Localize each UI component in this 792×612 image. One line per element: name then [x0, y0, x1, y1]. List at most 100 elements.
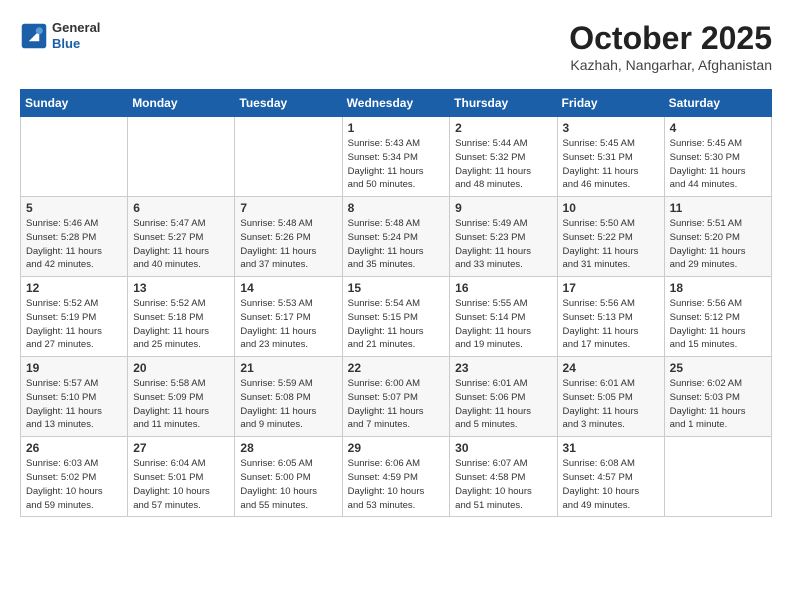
day-info: Sunrise: 5:55 AM Sunset: 5:14 PM Dayligh… — [455, 297, 551, 352]
day-info: Sunrise: 5:54 AM Sunset: 5:15 PM Dayligh… — [348, 297, 445, 352]
day-number: 30 — [455, 441, 551, 455]
day-info: Sunrise: 5:49 AM Sunset: 5:23 PM Dayligh… — [455, 217, 551, 272]
day-number: 26 — [26, 441, 122, 455]
calendar-cell: 24 Sunrise: 6:01 AM Sunset: 5:05 PM Dayli… — [557, 357, 664, 437]
weekday-header-tuesday: Tuesday — [235, 90, 342, 117]
calendar-cell — [128, 117, 235, 197]
calendar-cell: 11 Sunrise: 5:51 AM Sunset: 5:20 PM Dayli… — [664, 197, 771, 277]
day-number: 8 — [348, 201, 445, 215]
calendar-cell: 5 Sunrise: 5:46 AM Sunset: 5:28 PM Daylig… — [21, 197, 128, 277]
calendar-cell: 19 Sunrise: 5:57 AM Sunset: 5:10 PM Dayli… — [21, 357, 128, 437]
day-info: Sunrise: 5:51 AM Sunset: 5:20 PM Dayligh… — [670, 217, 766, 272]
day-info: Sunrise: 5:53 AM Sunset: 5:17 PM Dayligh… — [240, 297, 336, 352]
calendar-cell: 25Sunrise: 6:02 AM Sunset: 5:03 PM Dayli… — [664, 357, 771, 437]
day-number: 5 — [26, 201, 122, 215]
day-number: 28 — [240, 441, 336, 455]
calendar-cell: 27Sunrise: 6:04 AM Sunset: 5:01 PM Dayli… — [128, 437, 235, 517]
weekday-header-thursday: Thursday — [450, 90, 557, 117]
logo-blue: Blue — [52, 36, 100, 52]
day-info: Sunrise: 6:08 AM Sunset: 4:57 PM Dayligh… — [563, 457, 659, 512]
day-info: Sunrise: 5:58 AM Sunset: 5:09 PM Dayligh… — [133, 377, 229, 432]
logo-general: General — [52, 20, 100, 36]
calendar-cell: 1Sunrise: 5:43 AM Sunset: 5:34 PM Daylig… — [342, 117, 450, 197]
day-info: Sunrise: 5:48 AM Sunset: 5:26 PM Dayligh… — [240, 217, 336, 272]
day-number: 27 — [133, 441, 229, 455]
calendar-cell: 30 Sunrise: 6:07 AM Sunset: 4:58 PM Dayli… — [450, 437, 557, 517]
calendar-cell — [664, 437, 771, 517]
day-number: 11 — [670, 201, 766, 215]
calendar-cell: 28 Sunrise: 6:05 AM Sunset: 5:00 PM Dayli… — [235, 437, 342, 517]
day-number: 17 — [563, 281, 659, 295]
day-number: 24 — [563, 361, 659, 375]
day-info: Sunrise: 5:48 AM Sunset: 5:24 PM Dayligh… — [348, 217, 445, 272]
day-number: 2 — [455, 121, 551, 135]
day-number: 22 — [348, 361, 445, 375]
calendar-cell: 18Sunrise: 5:56 AM Sunset: 5:12 PM Dayli… — [664, 277, 771, 357]
month-title: October 2025 — [569, 20, 772, 57]
day-info: Sunrise: 5:57 AM Sunset: 5:10 PM Dayligh… — [26, 377, 122, 432]
calendar-cell: 12 Sunrise: 5:52 AM Sunset: 5:19 PM Dayli… — [21, 277, 128, 357]
day-number: 29 — [348, 441, 445, 455]
weekday-header-sunday: Sunday — [21, 90, 128, 117]
calendar-cell: 2Sunrise: 5:44 AM Sunset: 5:32 PM Daylig… — [450, 117, 557, 197]
day-info: Sunrise: 5:52 AM Sunset: 5:19 PM Dayligh… — [26, 297, 122, 352]
location: Kazhah, Nangarhar, Afghanistan — [569, 57, 772, 73]
day-number: 14 — [240, 281, 336, 295]
calendar-cell: 29 Sunrise: 6:06 AM Sunset: 4:59 PM Dayli… — [342, 437, 450, 517]
weekday-header-row: SundayMondayTuesdayWednesdayThursdayFrid… — [21, 90, 772, 117]
page-header: General Blue October 2025 Kazhah, Nangar… — [20, 20, 772, 73]
calendar-cell: 13 Sunrise: 5:52 AM Sunset: 5:18 PM Dayli… — [128, 277, 235, 357]
day-number: 10 — [563, 201, 659, 215]
day-info: Sunrise: 5:56 AM Sunset: 5:13 PM Dayligh… — [563, 297, 659, 352]
calendar-week-row: 19 Sunrise: 5:57 AM Sunset: 5:10 PM Dayli… — [21, 357, 772, 437]
calendar-cell — [21, 117, 128, 197]
day-info: Sunrise: 6:07 AM Sunset: 4:58 PM Dayligh… — [455, 457, 551, 512]
calendar-cell: 16 Sunrise: 5:55 AM Sunset: 5:14 PM Dayli… — [450, 277, 557, 357]
calendar-cell — [235, 117, 342, 197]
day-number: 3 — [563, 121, 659, 135]
day-number: 7 — [240, 201, 336, 215]
calendar-cell: 26 Sunrise: 6:03 AM Sunset: 5:02 PM Dayli… — [21, 437, 128, 517]
day-number: 15 — [348, 281, 445, 295]
calendar-cell: 22Sunrise: 6:00 AM Sunset: 5:07 PM Dayli… — [342, 357, 450, 437]
logo: General Blue — [20, 20, 100, 51]
day-number: 21 — [240, 361, 336, 375]
calendar-cell: 3 Sunrise: 5:45 AM Sunset: 5:31 PM Daylig… — [557, 117, 664, 197]
logo-icon — [20, 22, 48, 50]
day-number: 13 — [133, 281, 229, 295]
title-block: October 2025 Kazhah, Nangarhar, Afghanis… — [569, 20, 772, 73]
day-info: Sunrise: 5:45 AM Sunset: 5:31 PM Dayligh… — [563, 137, 659, 192]
weekday-header-friday: Friday — [557, 90, 664, 117]
day-number: 16 — [455, 281, 551, 295]
calendar-cell: 4Sunrise: 5:45 AM Sunset: 5:30 PM Daylig… — [664, 117, 771, 197]
day-number: 1 — [348, 121, 445, 135]
calendar-cell: 9 Sunrise: 5:49 AM Sunset: 5:23 PM Daylig… — [450, 197, 557, 277]
calendar-cell: 15 Sunrise: 5:54 AM Sunset: 5:15 PM Dayli… — [342, 277, 450, 357]
day-number: 9 — [455, 201, 551, 215]
day-number: 12 — [26, 281, 122, 295]
day-number: 6 — [133, 201, 229, 215]
calendar-table: SundayMondayTuesdayWednesdayThursdayFrid… — [20, 89, 772, 517]
day-number: 25 — [670, 361, 766, 375]
day-info: Sunrise: 5:50 AM Sunset: 5:22 PM Dayligh… — [563, 217, 659, 272]
calendar-cell: 31 Sunrise: 6:08 AM Sunset: 4:57 PM Dayli… — [557, 437, 664, 517]
logo-text: General Blue — [52, 20, 100, 51]
day-info: Sunrise: 6:03 AM Sunset: 5:02 PM Dayligh… — [26, 457, 122, 512]
calendar-cell: 20 Sunrise: 5:58 AM Sunset: 5:09 PM Dayli… — [128, 357, 235, 437]
day-info: Sunrise: 5:52 AM Sunset: 5:18 PM Dayligh… — [133, 297, 229, 352]
calendar-cell: 7 Sunrise: 5:48 AM Sunset: 5:26 PM Daylig… — [235, 197, 342, 277]
day-info: Sunrise: 6:05 AM Sunset: 5:00 PM Dayligh… — [240, 457, 336, 512]
calendar-week-row: 12 Sunrise: 5:52 AM Sunset: 5:19 PM Dayli… — [21, 277, 772, 357]
day-number: 31 — [563, 441, 659, 455]
day-info: Sunrise: 5:46 AM Sunset: 5:28 PM Dayligh… — [26, 217, 122, 272]
calendar-cell: 14 Sunrise: 5:53 AM Sunset: 5:17 PM Dayli… — [235, 277, 342, 357]
calendar-cell: 6Sunrise: 5:47 AM Sunset: 5:27 PM Daylig… — [128, 197, 235, 277]
day-number: 20 — [133, 361, 229, 375]
day-number: 19 — [26, 361, 122, 375]
weekday-header-wednesday: Wednesday — [342, 90, 450, 117]
day-info: Sunrise: 6:01 AM Sunset: 5:05 PM Dayligh… — [563, 377, 659, 432]
calendar-week-row: 1Sunrise: 5:43 AM Sunset: 5:34 PM Daylig… — [21, 117, 772, 197]
day-info: Sunrise: 6:06 AM Sunset: 4:59 PM Dayligh… — [348, 457, 445, 512]
day-info: Sunrise: 6:01 AM Sunset: 5:06 PM Dayligh… — [455, 377, 551, 432]
calendar-week-row: 26 Sunrise: 6:03 AM Sunset: 5:02 PM Dayli… — [21, 437, 772, 517]
